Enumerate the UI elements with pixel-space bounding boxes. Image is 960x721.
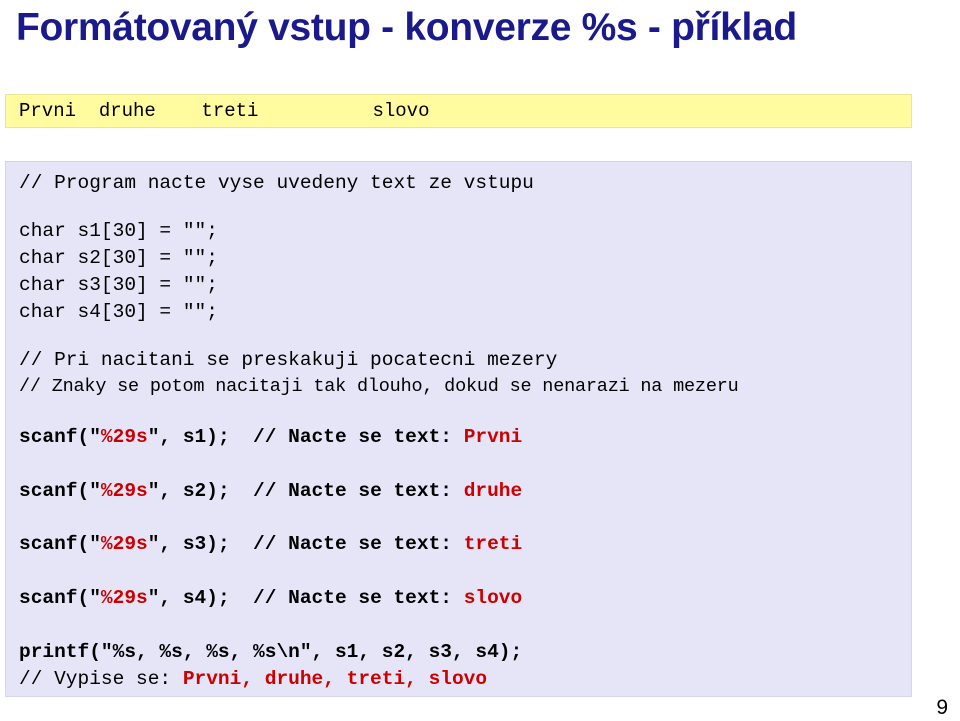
code-comment-skip-spaces: // Pri nacitani se preskakuji pocatecni … xyxy=(19,349,558,371)
scanf-s3-format: %29s xyxy=(100,533,148,555)
code-comment-read-until-space: // Znaky se potom nacitaji tak dlouho, d… xyxy=(19,376,739,397)
code-printf-all: printf("%s, %s, %s, %s\n", s1, s2, s3, s… xyxy=(19,641,523,663)
page-title: Formátovaný vstup - konverze %s - příkla… xyxy=(16,6,797,49)
code-declaration-s1: char s1[30] = ""; xyxy=(19,220,218,242)
console-output-text: Prvni druhe treti slovo xyxy=(19,100,430,122)
code-declaration-s4: char s4[30] = ""; xyxy=(19,301,218,323)
scanf-s3-result: treti xyxy=(463,533,523,555)
scanf-s4-prefix: scanf(" xyxy=(19,587,101,609)
scanf-s2-suffix: ", s2); // Nacte se text: xyxy=(147,480,464,502)
scanf-s2-prefix: scanf(" xyxy=(19,480,101,502)
scanf-s3-suffix: ", s3); // Nacte se text: xyxy=(147,533,464,555)
scanf-s1-suffix: ", s1); // Nacte se text: xyxy=(147,426,464,448)
scanf-s1-prefix: scanf(" xyxy=(19,426,101,448)
code-scanf-s1: scanf("%29s", s1); // Nacte se text: Prv… xyxy=(19,426,522,448)
code-comment-output: // Vypise se: Prvni, druhe, treti, slovo xyxy=(19,668,487,690)
scanf-s4-result: slovo xyxy=(463,587,523,609)
scanf-s3-prefix: scanf(" xyxy=(19,533,101,555)
code-scanf-s3: scanf("%29s", s3); // Nacte se text: tre… xyxy=(19,533,522,555)
code-listing: // Program nacte vyse uvedeny text ze vs… xyxy=(5,161,912,697)
scanf-s2-format: %29s xyxy=(100,480,148,502)
scanf-s2-result: druhe xyxy=(463,480,523,502)
output-comment-prefix: // Vypise se: xyxy=(19,668,183,690)
output-comment-result: Prvni, druhe, treti, slovo xyxy=(182,668,488,690)
code-scanf-s4: scanf("%29s", s4); // Nacte se text: slo… xyxy=(19,587,522,609)
code-declaration-s2: char s2[30] = ""; xyxy=(19,247,218,269)
code-declaration-s3: char s3[30] = ""; xyxy=(19,274,218,296)
console-output-box: Prvni druhe treti slovo xyxy=(5,94,912,128)
code-comment-read-input: // Program nacte vyse uvedeny text ze vs… xyxy=(19,172,534,194)
scanf-s4-format: %29s xyxy=(100,587,148,609)
scanf-s4-suffix: ", s4); // Nacte se text: xyxy=(147,587,464,609)
page-number: 9 xyxy=(936,696,948,719)
code-scanf-s2: scanf("%29s", s2); // Nacte se text: dru… xyxy=(19,480,522,502)
scanf-s1-format: %29s xyxy=(100,426,148,448)
scanf-s1-result: Prvni xyxy=(463,426,523,448)
